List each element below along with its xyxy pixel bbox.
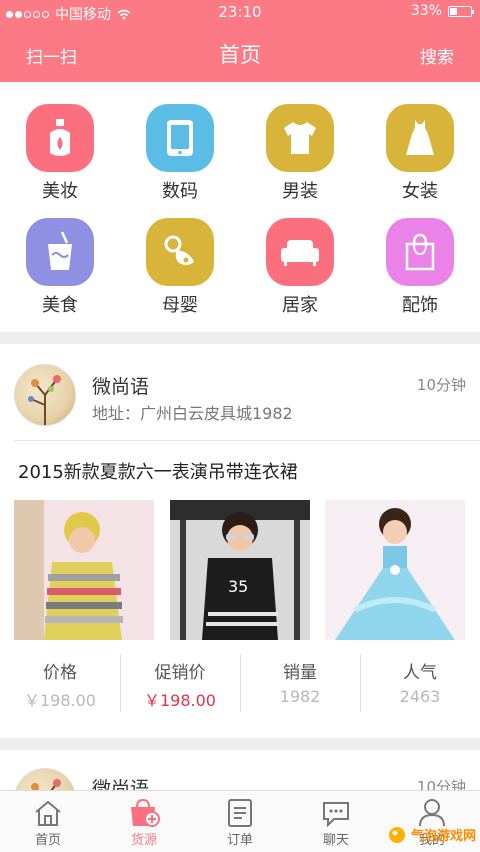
stat-label: 人气	[403, 663, 437, 683]
product-stats: 价格 ￥198.00 促销价 ￥198.00 销量 1982 人气 2463	[0, 650, 480, 716]
watermark-text: 气泡游戏网	[410, 829, 476, 844]
stat-label: 促销价	[154, 663, 206, 683]
shop-avatar[interactable]	[14, 364, 76, 426]
product-title[interactable]: 2015新款夏款六一表演吊带连衣裙	[18, 458, 298, 484]
tshirt-icon	[266, 104, 334, 172]
drink-icon	[26, 218, 94, 286]
stat-value: ￥198.00	[144, 691, 216, 710]
shop-card[interactable]: 微尚语 10分钟	[0, 760, 480, 790]
home-icon	[0, 797, 96, 829]
status-time: 23:10	[218, 3, 262, 21]
order-icon	[192, 797, 288, 829]
stat-value: ￥198.00	[24, 691, 96, 710]
status-bar: 中国移动 23:10 33%	[0, 0, 480, 24]
category-food[interactable]: 美食	[0, 218, 120, 317]
stat-price: 价格 ￥198.00	[0, 650, 120, 711]
shop-name: 微尚语	[92, 778, 150, 790]
product-photo[interactable]	[325, 500, 465, 640]
stat-value: 1982	[279, 687, 321, 706]
category-baby[interactable]: 母婴	[120, 218, 240, 317]
section-divider	[0, 332, 480, 344]
category-makeup[interactable]: 美妆	[0, 104, 120, 203]
shop-time: 10分钟	[416, 778, 466, 790]
section-divider	[0, 738, 480, 750]
stat-sales: 销量 1982	[240, 650, 360, 706]
category-digital[interactable]: 数码	[120, 104, 240, 203]
divider	[14, 440, 480, 441]
category-label: 美食	[42, 295, 78, 316]
category-label: 母婴	[162, 295, 198, 316]
shop-name: 微尚语	[92, 376, 150, 398]
shop-header[interactable]: 微尚语 地址：广州白云皮具城1982 10分钟	[0, 344, 480, 440]
page-title: 首页	[219, 43, 261, 67]
category-label: 数码	[162, 181, 198, 202]
tab-label: 订单	[226, 833, 253, 848]
shop-time: 10分钟	[416, 376, 466, 394]
battery-percent: 33%	[410, 3, 442, 19]
tablet-icon	[146, 104, 214, 172]
stat-label: 价格	[43, 663, 77, 683]
stat-popularity: 人气 2463	[360, 650, 480, 706]
category-accessories[interactable]: 配饰	[360, 218, 480, 317]
stat-promo-price: 促销价 ￥198.00	[120, 650, 240, 711]
dress-icon	[386, 104, 454, 172]
top-nav-bar: 扫一扫 首页 搜索	[0, 24, 480, 82]
shopping-bag-icon	[96, 797, 192, 829]
tab-source[interactable]: 货源	[96, 797, 192, 848]
product-photo[interactable]	[14, 500, 154, 640]
category-home[interactable]: 居家	[240, 218, 360, 317]
tab-chat[interactable]: 聊天	[288, 797, 384, 848]
tab-label: 聊天	[322, 833, 349, 848]
shop-address: 地址：广州白云皮具城1982	[92, 404, 293, 423]
tab-label: 货源	[130, 833, 157, 848]
watermark: 气泡游戏网	[388, 825, 476, 844]
category-label: 美妆	[42, 181, 78, 202]
bag-icon	[386, 218, 454, 286]
perfume-icon	[26, 104, 94, 172]
svg-text:35: 35	[228, 577, 248, 596]
tab-home[interactable]: 首页	[0, 797, 96, 848]
tab-label: 首页	[34, 833, 61, 848]
category-womenswear[interactable]: 女装	[360, 104, 480, 203]
search-button[interactable]: 搜索	[420, 43, 454, 68]
category-label: 居家	[282, 295, 318, 316]
shop-avatar[interactable]	[14, 768, 76, 790]
sofa-icon	[266, 218, 334, 286]
category-label: 男装	[282, 181, 318, 202]
pacifier-icon	[146, 218, 214, 286]
bubble-logo-icon	[388, 826, 405, 843]
stat-value: 2463	[399, 687, 441, 706]
tab-orders[interactable]: 订单	[192, 797, 288, 848]
bottom-tab-bar: 首页 货源 订单 聊天 我的 气泡游戏网	[0, 790, 480, 852]
category-menswear[interactable]: 男装	[240, 104, 360, 203]
category-label: 女装	[402, 181, 438, 202]
chat-icon	[288, 797, 384, 829]
category-grid: 美妆 数码 男装 女装 美食 母婴 居家 配饰	[0, 82, 480, 332]
product-photo[interactable]: 35	[170, 500, 310, 640]
category-label: 配饰	[402, 295, 438, 316]
battery-icon	[448, 5, 474, 17]
stat-label: 销量	[283, 663, 317, 683]
